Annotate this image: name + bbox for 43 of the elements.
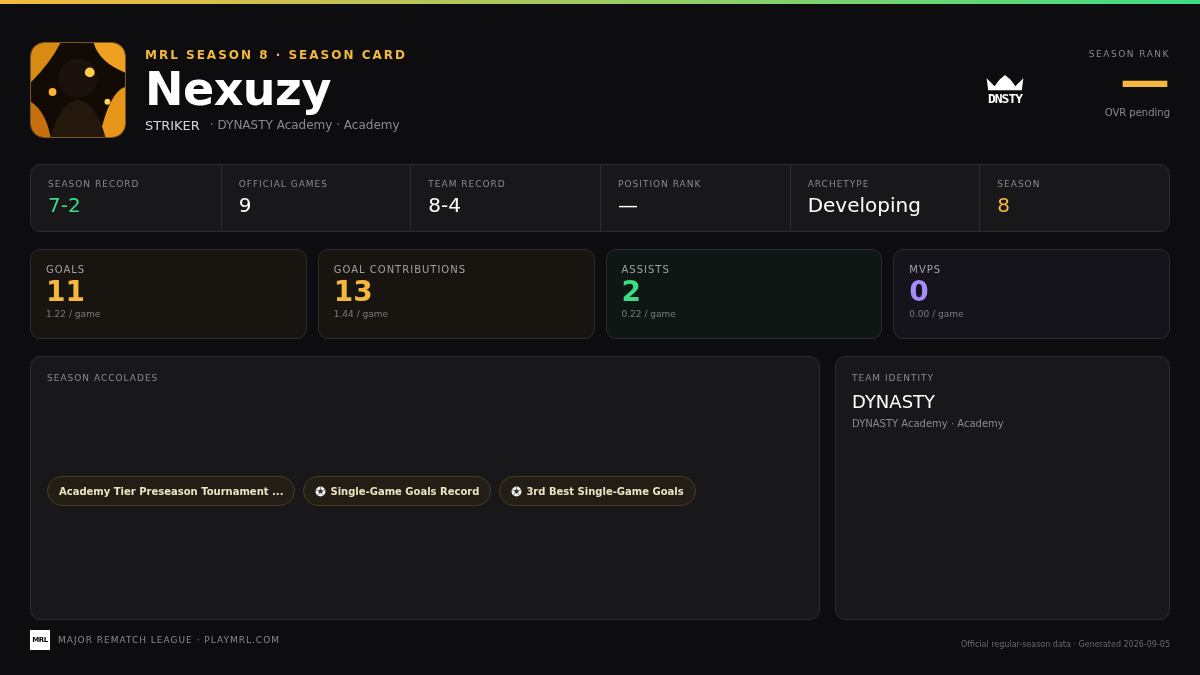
accolade-label: Single-Game Goals Record [330, 485, 480, 497]
summary-value: 9 [238, 193, 253, 217]
stat-per-game: 0.22 / game [621, 309, 677, 319]
stat-value: 2 [621, 275, 642, 309]
season-rank-label: SEASON RANK [1087, 48, 1170, 59]
panel-title: SEASON ACCOLADES [47, 373, 160, 383]
summary-label: OFFICIAL GAMES [238, 179, 329, 189]
stat-label: MVPS [909, 264, 943, 275]
stat-label: GOALS [46, 264, 87, 275]
summary-value: Developing [807, 193, 922, 217]
season-rank-note: OVR pending [1103, 106, 1170, 118]
stat-label: ASSISTS [621, 264, 671, 275]
card-eyebrow: MRL SEASON 8 · SEASON CARD [145, 47, 407, 62]
summary-value: — [618, 193, 639, 217]
season-rank-value: — [1120, 58, 1170, 103]
stat-value: 13 [333, 275, 374, 309]
summary-label: TEAM RECORD [428, 179, 507, 189]
accolade-label: 3rd Best Single-Game Goals [526, 485, 684, 497]
summary-label: ARCHETYPE [807, 179, 871, 189]
stat-per-game: 1.44 / game [333, 309, 390, 319]
player-name: Nexuzy [145, 61, 332, 116]
team-subtitle: DYNASTY Academy · Academy [852, 418, 1005, 429]
player-team: · DYNASTY Academy · Academy [209, 117, 400, 133]
summary-value: 7-2 [48, 193, 82, 217]
soccer-ball-icon [315, 485, 327, 497]
summary-label: SEASON RECORD [48, 179, 141, 189]
player-position: STRIKER [145, 117, 200, 133]
summary-value: 8-4 [428, 193, 462, 217]
team-logo: DNSTY [980, 74, 1030, 106]
stat-per-game: 0.00 / game [909, 309, 965, 319]
footer-note: Official regular-season data · Generated 2026-09-05 [960, 639, 1170, 649]
league-name: MAJOR REMATCH LEAGUE · PLAYMRL.COM [58, 635, 280, 645]
stat-label: GOAL CONTRIBUTIONS [333, 264, 468, 275]
summary-value: 8 [997, 193, 1012, 217]
stat-per-game: 1.22 / game [46, 309, 102, 319]
summary-label: POSITION RANK [618, 179, 703, 189]
accolade-label: Academy Tier Preseason Tournament ... [59, 485, 284, 497]
stat-value: 11 [46, 275, 86, 309]
soccer-ball-icon [511, 485, 523, 497]
team-name: DYNASTY [852, 391, 937, 412]
panel-title: TEAM IDENTITY [852, 373, 936, 383]
summary-label: SEASON [997, 179, 1042, 189]
stat-value: 0 [909, 275, 930, 309]
